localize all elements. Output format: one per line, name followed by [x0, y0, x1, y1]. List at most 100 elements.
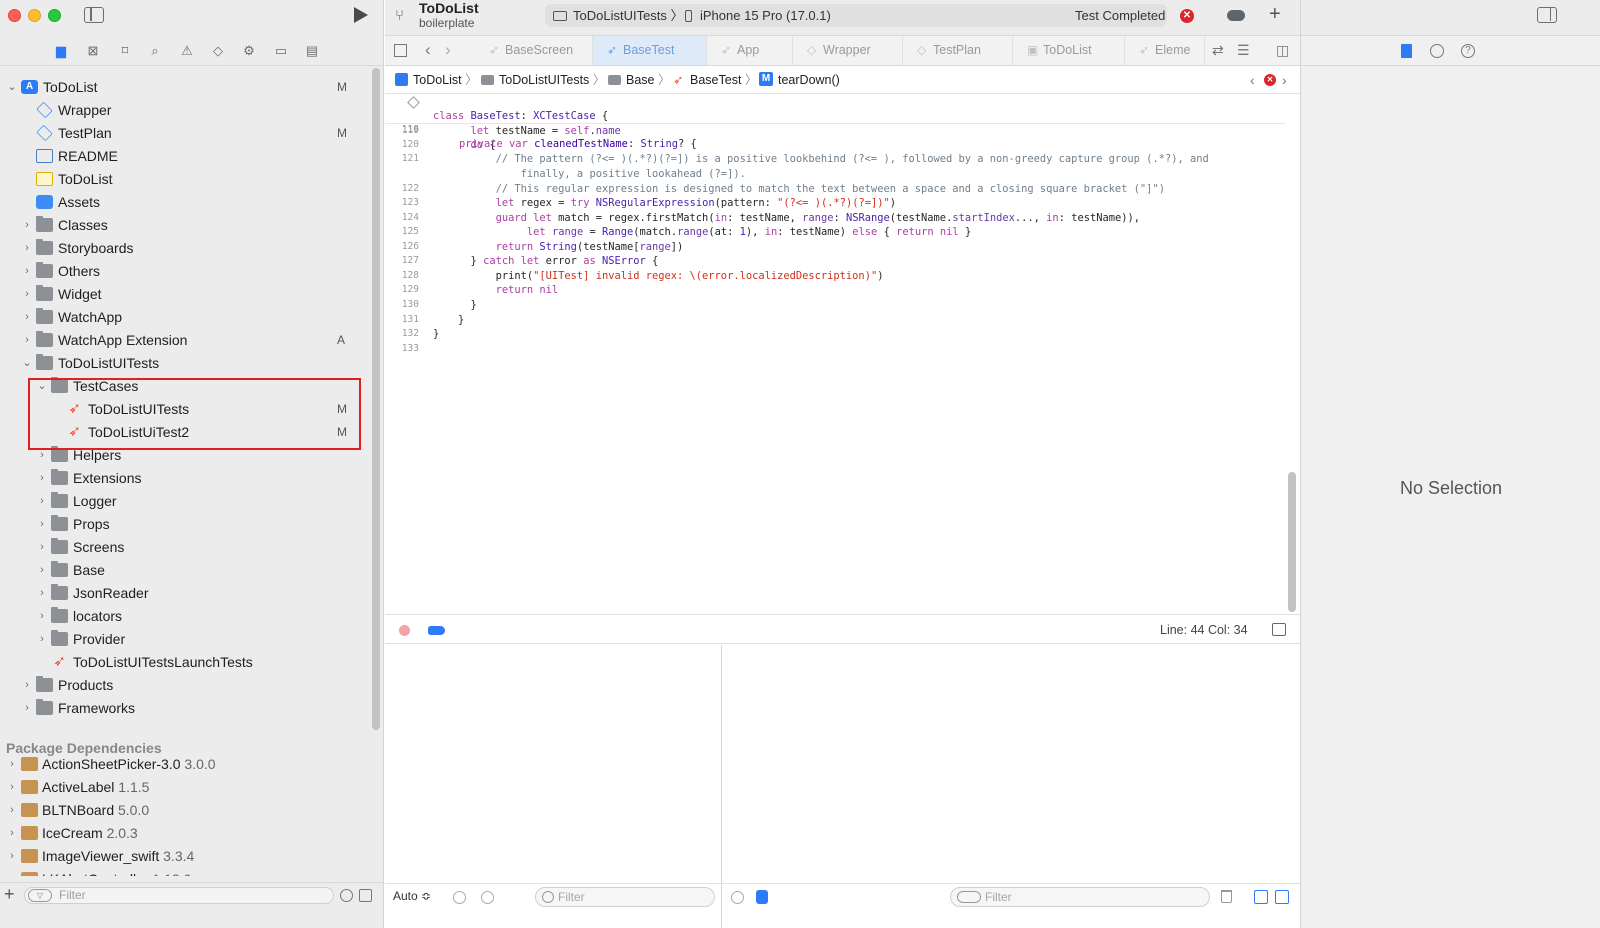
chevron-right-icon[interactable]: ›	[6, 822, 18, 845]
issue-warning-icon[interactable]: ⚠	[178, 42, 196, 60]
chevron-right-icon[interactable]: ›	[21, 237, 33, 260]
test-diamond-icon[interactable]: ◇	[209, 42, 227, 60]
tree-item[interactable]: ➶ ToDoListUITestsLaunchTests	[0, 651, 372, 674]
chevron-right-icon[interactable]: ›	[6, 776, 18, 799]
tree-item[interactable]: Assets	[0, 191, 372, 214]
trash-icon[interactable]	[1221, 890, 1232, 903]
chevron-right-icon[interactable]: ›	[6, 868, 18, 876]
hide-debug-area-icon[interactable]	[1272, 623, 1286, 636]
tree-item[interactable]: › Products	[0, 674, 372, 697]
bookmark-icon[interactable]: ⌑	[116, 42, 134, 60]
tree-item[interactable]: › WatchApp	[0, 306, 372, 329]
chevron-right-icon[interactable]: ›	[36, 467, 48, 490]
console-filter-input[interactable]: Filter	[950, 887, 1210, 907]
split-editor-icon[interactable]: ◫	[1276, 42, 1289, 59]
tab-basetest[interactable]: ➶ BaseTest	[593, 36, 707, 65]
breakpoint-icon[interactable]: ▭	[272, 42, 290, 60]
run-button[interactable]	[354, 7, 368, 23]
package-item[interactable]: › IceCream 2.0.3	[0, 822, 372, 845]
tab-element[interactable]: ➶ Eleme	[1125, 36, 1205, 65]
navigator-filter-input[interactable]: Filter	[24, 887, 334, 904]
chevron-right-icon[interactable]: ›	[36, 513, 48, 536]
file-inspector-icon[interactable]	[1401, 44, 1412, 58]
show-variables-icon[interactable]	[1254, 890, 1268, 904]
debug-icon[interactable]: ⚙	[240, 42, 258, 60]
tree-item[interactable]: › locators	[0, 605, 372, 628]
chevron-right-icon[interactable]: ›	[36, 605, 48, 628]
tree-item[interactable]: › JsonReader	[0, 582, 372, 605]
eye-icon[interactable]	[453, 891, 466, 904]
chevron-right-icon[interactable]: ›	[21, 329, 33, 352]
jumpbar-method[interactable]: tearDown()	[778, 66, 840, 94]
jumpbar-basetest[interactable]: BaseTest 〉	[690, 66, 757, 94]
project-navigator-folder-icon[interactable]: ▆	[52, 42, 70, 60]
console-toggle-icon[interactable]	[756, 890, 768, 904]
tree-item[interactable]: Wrapper	[0, 99, 372, 122]
show-console-icon[interactable]	[1275, 890, 1289, 904]
error-icon[interactable]: ✕	[1180, 9, 1194, 23]
editor-scrollbar[interactable]	[1288, 472, 1296, 612]
minimize-window-button[interactable]	[28, 9, 41, 22]
variables-scope-select[interactable]: Auto ≎	[393, 889, 431, 903]
swap-editors-icon[interactable]: ⇄	[1212, 42, 1224, 59]
tab-todolist[interactable]: ▣ ToDoList	[1013, 36, 1125, 65]
close-window-button[interactable]	[8, 9, 21, 22]
chevron-right-icon[interactable]: ›	[21, 283, 33, 306]
jumpbar-uitests[interactable]: ToDoListUITests 〉	[499, 66, 605, 94]
scheme-target[interactable]: ToDoListUITests 〉	[573, 4, 684, 27]
breakpoints-toggle-icon[interactable]	[428, 626, 445, 635]
inspector-toggle-icon[interactable]	[1537, 7, 1557, 23]
help-inspector-icon[interactable]: ?	[1461, 44, 1475, 58]
package-item[interactable]: › ActionSheetPicker-3.0 3.0.0	[0, 753, 372, 776]
jumpbar-base[interactable]: Base 〉	[626, 66, 671, 94]
tree-item[interactable]: › Extensions	[0, 467, 372, 490]
source-control-icon[interactable]: ⊠	[84, 42, 102, 60]
tree-item[interactable]: › Widget	[0, 283, 372, 306]
tree-item[interactable]: › Others	[0, 260, 372, 283]
code-editor[interactable]: class BaseTest: XCTestCase { 118 private…	[385, 94, 1285, 614]
editor-options-icon[interactable]: ☰	[1237, 42, 1250, 59]
tab-wrapper[interactable]: ◇ Wrapper	[793, 36, 903, 65]
search-icon[interactable]: ⌕	[146, 42, 164, 60]
tree-item[interactable]: › Provider	[0, 628, 372, 651]
previous-issue-icon[interactable]: ‹	[1250, 66, 1255, 94]
chevron-right-icon[interactable]: ›	[6, 845, 18, 868]
sidebar-toggle-icon[interactable]	[84, 7, 104, 23]
source-control-filter-icon[interactable]	[359, 889, 372, 902]
chevron-right-icon[interactable]: ›	[21, 260, 33, 283]
chevron-down-icon[interactable]: ⌄	[21, 352, 33, 375]
back-chevron-icon[interactable]: ‹	[425, 40, 431, 60]
zoom-window-button[interactable]	[48, 9, 61, 22]
scheme-device[interactable]: iPhone 15 Pro (17.0.1)	[700, 4, 831, 27]
chevron-right-icon[interactable]: ›	[36, 582, 48, 605]
package-item[interactable]: › ActiveLabel 1.1.5	[0, 776, 372, 799]
add-library-button[interactable]: +	[1269, 3, 1281, 26]
scheme-selector[interactable]: ToDoListUITests 〉 iPhone 15 Pro (17.0.1)…	[545, 4, 1167, 27]
tab-app[interactable]: ➶ App	[707, 36, 793, 65]
chevron-right-icon[interactable]: ›	[21, 306, 33, 329]
chevron-right-icon[interactable]: ›	[36, 490, 48, 513]
chevron-down-icon[interactable]: ⌄	[6, 76, 18, 99]
chevron-right-icon[interactable]: ›	[36, 536, 48, 559]
info-icon[interactable]	[481, 891, 494, 904]
tree-item[interactable]: ToDoList	[0, 168, 372, 191]
chevron-right-icon[interactable]: ›	[6, 799, 18, 822]
tree-item[interactable]: › Storyboards	[0, 237, 372, 260]
tree-item[interactable]: ⌄ A ToDoList M	[0, 76, 372, 99]
history-inspector-icon[interactable]	[1430, 44, 1444, 58]
tree-item[interactable]: › Screens	[0, 536, 372, 559]
tree-item[interactable]: › Base	[0, 559, 372, 582]
package-item[interactable]: › ImageViewer_swift 3.3.4	[0, 845, 372, 868]
error-badge-icon[interactable]: ✕	[1264, 74, 1276, 86]
next-issue-icon[interactable]: ›	[1282, 66, 1287, 94]
recent-files-icon[interactable]	[340, 889, 353, 902]
breakpoint-activate-icon[interactable]	[399, 625, 410, 636]
chevron-right-icon[interactable]: ›	[6, 753, 18, 776]
report-icon[interactable]: ▤	[303, 42, 321, 60]
chevron-right-icon[interactable]: ›	[21, 697, 33, 720]
navigator-scrollbar[interactable]	[372, 68, 380, 730]
branch-icon[interactable]: ⑂	[395, 7, 409, 25]
package-item[interactable]: › LKAlertController 1.13.0	[0, 868, 372, 876]
package-item[interactable]: › BLTNBoard 5.0.0	[0, 799, 372, 822]
tree-item[interactable]: › WatchApp Extension A	[0, 329, 372, 352]
